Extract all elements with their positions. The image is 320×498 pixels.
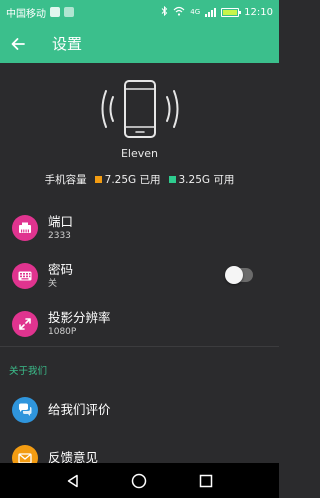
setting-title: 投影分辨率 [48,310,111,325]
carrier-label: 中国移动 [6,8,46,20]
battery-icon [221,7,242,17]
rate-us-text: 给我们评价 [48,402,111,418]
back-triangle-icon [67,474,78,487]
bluetooth-icon [161,5,168,19]
available-text: 3.25G 可用 [178,174,235,186]
device-name: Eleven [120,147,159,160]
keyboard-icon [12,263,38,289]
status-right: 4G 12:10 [161,5,273,19]
recents-square-icon [199,474,213,487]
setting-value: 1080P [48,327,77,337]
section-divider [0,346,279,347]
nav-recents-button[interactable] [191,466,221,496]
storage-available: 3.25G 可用 [168,172,235,187]
setting-value: 关 [48,279,58,289]
system-nav-bar [0,463,279,498]
nav-back-button[interactable] [58,466,88,496]
used-swatch [94,176,102,183]
phone-broadcast-icon [90,79,190,139]
arrow-left-icon [11,37,25,50]
signal-icon [205,7,217,17]
nav-home-button[interactable] [124,466,154,496]
back-button[interactable] [0,24,36,63]
storage-used: 7.25G 已用 [94,172,161,187]
password-toggle[interactable] [225,266,253,284]
available-swatch [168,176,176,183]
setting-port-text: 端口 2333 [48,214,73,242]
notification-icon [50,7,60,17]
device-info: Eleven 手机容量 7.25G 已用 3.25G 可用 [0,63,279,190]
setting-title: 端口 [48,214,74,229]
used-text: 7.25G 已用 [104,174,161,186]
setting-value: 2333 [48,231,71,241]
setting-port[interactable]: 端口 2333 [0,204,279,252]
app-notification-icon [64,7,74,17]
home-circle-icon [132,473,147,488]
setting-title: 密码 [48,262,74,277]
expand-arrows-icon [12,311,38,337]
about-section-header: 关于我们 [9,366,48,377]
settings-list: 端口 2333 密码 关 投影分辨率 1080P [0,204,279,348]
setting-resolution-text: 投影分辨率 1080P [48,310,111,338]
setting-password[interactable]: 密码 关 [0,252,279,300]
clock-label: 12:10 [244,6,273,18]
setting-resolution[interactable]: 投影分辨率 1080P [0,300,279,348]
storage-label: 手机容量 [44,174,87,186]
ethernet-port-icon [12,215,38,241]
status-left: 中国移动 [6,5,74,20]
chat-bubbles-icon [12,397,38,423]
setting-password-text: 密码 关 [48,262,73,290]
page-title: 设置 [52,35,83,53]
toggle-knob [225,266,243,284]
network-type-label: 4G [190,8,201,16]
rate-us-item[interactable]: 给我们评价 [0,386,279,434]
about-item-title: 给我们评价 [48,402,111,417]
wifi-icon [173,6,185,19]
status-bar: 中国移动 4G 12:10 [0,0,279,24]
storage-info: 手机容量 7.25G 已用 3.25G 可用 [45,172,235,187]
app-bar: 设置 [0,24,279,63]
